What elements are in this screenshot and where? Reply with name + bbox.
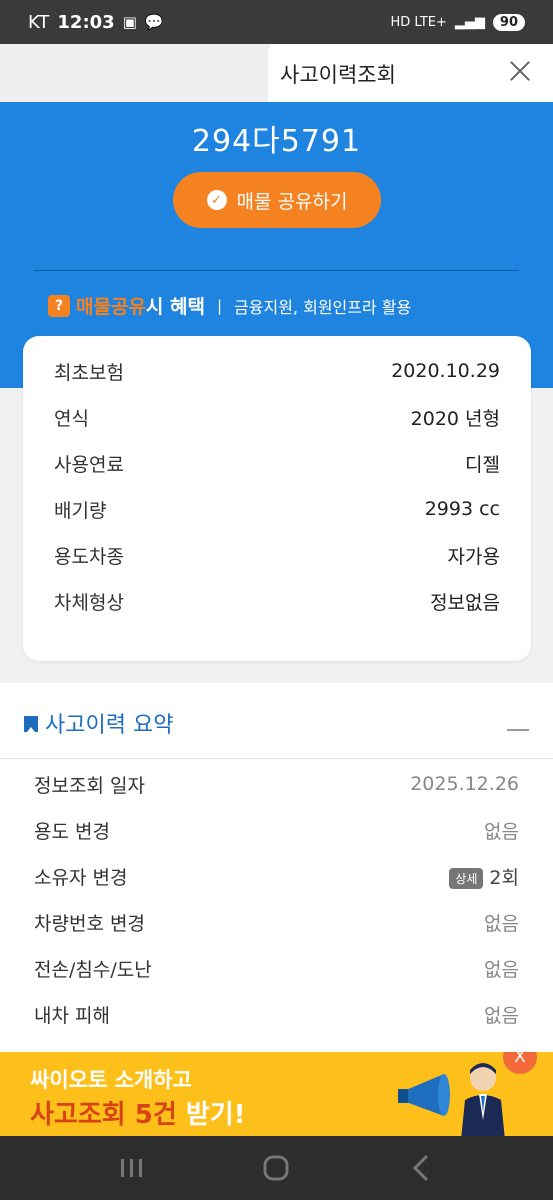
summary-value: 없음 bbox=[484, 1004, 519, 1027]
question-icon: ? bbox=[48, 294, 70, 317]
summary-row: 소유자 변경 상세 2회 bbox=[34, 853, 519, 899]
info-label: 최초보험 bbox=[54, 361, 124, 384]
summary-label: 정보조회 일자 bbox=[34, 774, 145, 797]
summary-label: 차량번호 변경 bbox=[34, 912, 145, 935]
info-value: 2020.10.29 bbox=[391, 360, 500, 382]
battery-level: 90 bbox=[492, 13, 525, 31]
plate-number: 294다5791 bbox=[191, 124, 362, 159]
page-title: 사고이력조회 bbox=[280, 63, 396, 87]
info-row: 사용연료 디젤 bbox=[54, 440, 500, 486]
info-label: 연식 bbox=[54, 407, 89, 430]
summary-value: 2025.12.26 bbox=[410, 773, 519, 795]
share-listing-label: 매물 공유하기 bbox=[236, 190, 348, 213]
system-nav-bar bbox=[0, 1136, 553, 1200]
promo-line-2: 사고조회 5건 받기! bbox=[30, 1094, 246, 1131]
share-benefit-info[interactable]: ? 매물공유 시 혜택 | 금융지원, 회원인프라 활용 bbox=[48, 292, 411, 319]
section-title: 사고이력 요약 bbox=[45, 713, 174, 738]
info-value: 2020 년형 bbox=[410, 407, 500, 430]
status-bar: KT 12:03 ▣ 💬 HD LTE+ ▂▄▆ 90 bbox=[0, 0, 553, 44]
info-row: 용도차종 자가용 bbox=[54, 532, 500, 578]
home-icon[interactable] bbox=[256, 1148, 296, 1188]
info-label: 차체형상 bbox=[54, 591, 124, 614]
vehicle-info-card: 최초보험 2020.10.29 연식 2020 년형 사용연료 디젤 배기량 2… bbox=[23, 336, 531, 661]
clock: 12:03 bbox=[57, 11, 115, 33]
summary-value: 없음 bbox=[484, 820, 519, 843]
summary-value: 없음 bbox=[484, 912, 519, 935]
close-icon[interactable] bbox=[505, 56, 535, 86]
summary-value: 없음 bbox=[484, 958, 519, 981]
summary-label: 내차 피해 bbox=[34, 1004, 110, 1027]
screenshot-icon: ▣ bbox=[122, 13, 137, 31]
check-circle-icon: ✓ bbox=[206, 190, 227, 210]
carrier-label: KT bbox=[28, 11, 50, 33]
promo-highlight: 사고조회 5건 bbox=[30, 1100, 177, 1130]
promo-line-1: 싸이오토 소개하고 bbox=[30, 1068, 192, 1092]
info-row: 최초보험 2020.10.29 bbox=[54, 348, 500, 394]
summary-label: 용도 변경 bbox=[34, 820, 110, 843]
summary-row: 정보조회 일자 2025.12.26 bbox=[34, 761, 519, 807]
promo-banner[interactable]: 싸이오토 소개하고 사고조회 5건 받기! X bbox=[0, 1052, 553, 1136]
share-listing-button[interactable]: ✓ 매물 공유하기 bbox=[173, 172, 381, 228]
benefit-label: 시 혜택 bbox=[145, 296, 205, 318]
person-illustration-icon bbox=[461, 1063, 505, 1136]
promo-line-2-rest: 받기! bbox=[185, 1100, 246, 1130]
detail-badge-button[interactable]: 상세 bbox=[449, 867, 484, 889]
summary-row: 차량번호 변경 없음 bbox=[34, 899, 519, 945]
summary-label: 소유자 변경 bbox=[34, 866, 128, 889]
separator: | bbox=[216, 296, 223, 315]
info-label: 용도차종 bbox=[54, 545, 124, 568]
bookmark-icon bbox=[24, 716, 38, 732]
benefit-description: 금융지원, 회원인프라 활용 bbox=[234, 297, 412, 317]
info-label: 배기량 bbox=[54, 499, 107, 522]
back-icon[interactable] bbox=[401, 1148, 441, 1188]
collapse-icon[interactable] bbox=[507, 729, 529, 731]
accident-summary-header[interactable]: 사고이력 요약 bbox=[0, 683, 553, 759]
summary-row: 용도 변경 없음 bbox=[34, 807, 519, 853]
signal-icon: ▂▄▆ bbox=[454, 14, 485, 30]
summary-value: 2회 bbox=[489, 866, 519, 889]
summary-row: 전손/침수/도난 없음 bbox=[34, 945, 519, 991]
info-row: 연식 2020 년형 bbox=[54, 394, 500, 440]
recent-apps-icon[interactable] bbox=[112, 1148, 152, 1188]
info-value: 2993 cc bbox=[424, 498, 500, 520]
benefit-highlight: 매물공유 bbox=[76, 296, 146, 318]
summary-label: 전손/침수/도난 bbox=[34, 958, 152, 981]
info-value: 디젤 bbox=[465, 453, 500, 476]
header: 사고이력조회 bbox=[0, 44, 553, 102]
info-value: 자가용 bbox=[447, 545, 500, 568]
info-label: 사용연료 bbox=[54, 453, 124, 476]
network-label: HD LTE+ bbox=[390, 14, 447, 30]
info-row: 배기량 2993 cc bbox=[54, 486, 500, 532]
chat-icon: 💬 bbox=[144, 13, 164, 31]
info-value: 정보없음 bbox=[430, 591, 500, 614]
info-row: 차체형상 정보없음 bbox=[54, 578, 500, 624]
divider bbox=[34, 270, 519, 271]
summary-row: 내차 피해 없음 bbox=[34, 991, 519, 1037]
